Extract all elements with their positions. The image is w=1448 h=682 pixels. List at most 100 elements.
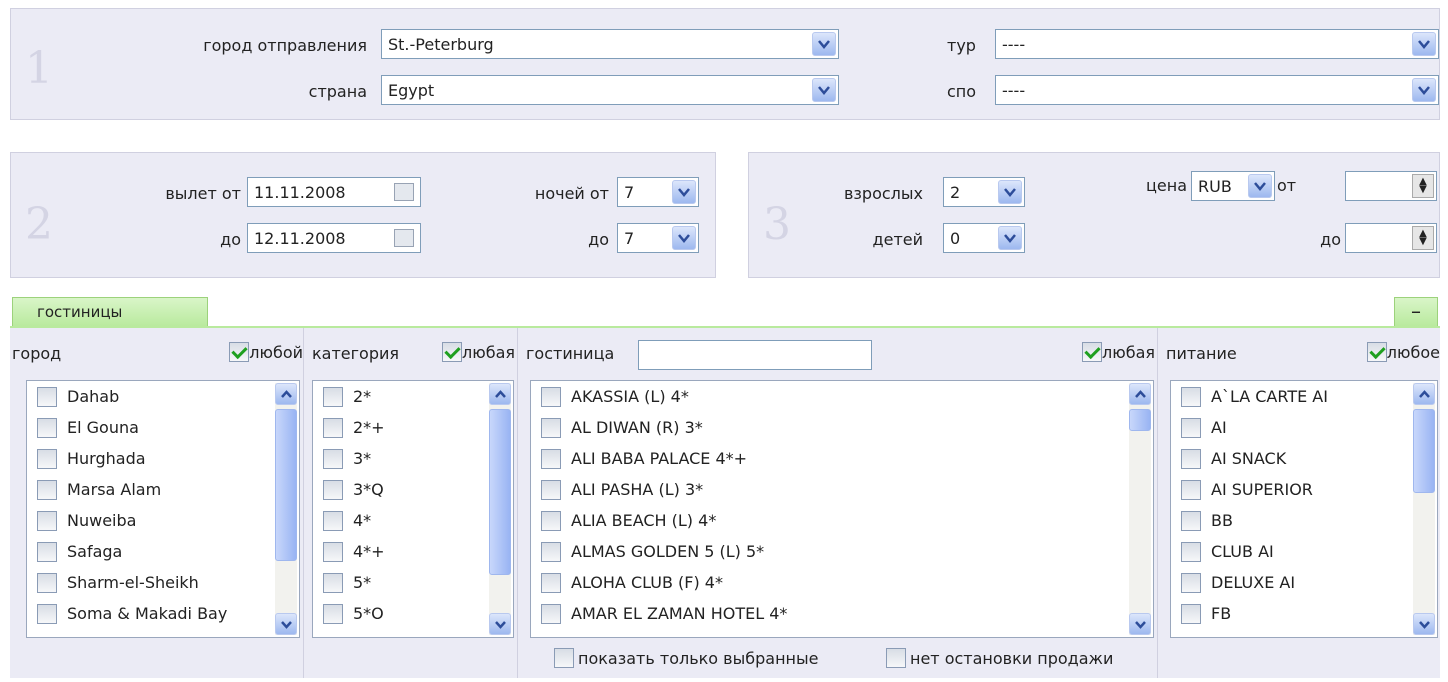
list-item[interactable]: AI SNACK bbox=[1171, 443, 1437, 474]
scroll-up-icon[interactable] bbox=[489, 383, 511, 405]
checkbox-icon[interactable] bbox=[323, 510, 343, 531]
calendar-icon[interactable] bbox=[394, 229, 414, 247]
hotel-search-input[interactable] bbox=[638, 340, 872, 370]
chevron-down-icon[interactable] bbox=[672, 180, 696, 204]
departure-city-select[interactable]: St.-Peterburg bbox=[381, 29, 839, 59]
list-item[interactable]: Marsa Alam bbox=[27, 474, 299, 505]
checkbox-icon[interactable] bbox=[37, 386, 57, 407]
chevron-down-icon[interactable] bbox=[812, 78, 836, 102]
checkbox-icon[interactable] bbox=[1181, 448, 1201, 469]
hotel-scrollbar[interactable] bbox=[1129, 383, 1151, 635]
checkbox-icon[interactable] bbox=[37, 603, 57, 624]
list-item[interactable]: AMAR EL ZAMAN HOTEL 4* bbox=[531, 598, 1153, 629]
scroll-down-icon[interactable] bbox=[1413, 613, 1435, 635]
list-item[interactable]: FB bbox=[1171, 598, 1437, 629]
chevron-down-icon[interactable] bbox=[672, 226, 696, 250]
checkbox-icon[interactable] bbox=[1181, 603, 1201, 624]
scroll-up-icon[interactable] bbox=[275, 383, 297, 405]
scroll-down-icon[interactable] bbox=[489, 613, 511, 635]
nights-to-select[interactable]: 7 bbox=[617, 223, 699, 253]
scroll-thumb[interactable] bbox=[1129, 409, 1151, 431]
list-item[interactable]: 5*O bbox=[313, 598, 513, 629]
list-item[interactable]: Dahab bbox=[27, 381, 299, 412]
list-item[interactable]: 2*+ bbox=[313, 412, 513, 443]
chevron-down-icon[interactable] bbox=[998, 180, 1022, 204]
checkbox-icon[interactable] bbox=[37, 479, 57, 500]
list-item[interactable]: Soma & Makadi Bay bbox=[27, 598, 299, 629]
hotels-tab[interactable]: гостиницы bbox=[12, 297, 208, 327]
calendar-icon[interactable] bbox=[394, 183, 414, 201]
list-item[interactable]: BB bbox=[1171, 505, 1437, 536]
chevron-down-icon[interactable] bbox=[1412, 32, 1436, 56]
chevron-down-icon[interactable] bbox=[1412, 78, 1436, 102]
checkbox-icon[interactable] bbox=[541, 386, 561, 407]
hotel-listbox[interactable]: AKASSIA (L) 4* AL DIWAN (R) 3* ALI BABA … bbox=[530, 380, 1154, 638]
checkbox-checked-icon[interactable] bbox=[1082, 342, 1102, 362]
checkbox-icon[interactable] bbox=[1181, 386, 1201, 407]
children-select[interactable]: 0 bbox=[943, 223, 1025, 253]
checkbox-icon[interactable] bbox=[323, 572, 343, 593]
collapse-button[interactable]: – bbox=[1394, 297, 1438, 327]
checkbox-icon[interactable] bbox=[323, 386, 343, 407]
checkbox-checked-icon[interactable] bbox=[229, 342, 250, 362]
checkbox-icon[interactable] bbox=[541, 541, 561, 562]
scroll-thumb[interactable] bbox=[489, 409, 511, 575]
list-item[interactable]: CLUB AI bbox=[1171, 536, 1437, 567]
checkbox-icon[interactable] bbox=[323, 479, 343, 500]
checkbox-checked-icon[interactable] bbox=[1366, 342, 1387, 362]
list-item[interactable]: ALOHA CLUB (F) 4* bbox=[531, 567, 1153, 598]
hotel-any-checkbox[interactable]: любая bbox=[1082, 342, 1155, 362]
price-from-input[interactable]: ▲ ▼ bbox=[1345, 171, 1437, 201]
checkbox-icon[interactable] bbox=[323, 448, 343, 469]
list-item[interactable]: 3*Q bbox=[313, 474, 513, 505]
list-item[interactable]: DELUXE AI bbox=[1171, 567, 1437, 598]
list-item[interactable]: El Gouna bbox=[27, 412, 299, 443]
scroll-thumb[interactable] bbox=[1413, 409, 1435, 493]
checkbox-icon[interactable] bbox=[37, 448, 57, 469]
tour-select[interactable]: ---- bbox=[995, 29, 1439, 59]
checkbox-icon[interactable] bbox=[37, 510, 57, 531]
chevron-down-icon[interactable] bbox=[812, 32, 836, 56]
list-item[interactable]: ALI BABA PALACE 4*+ bbox=[531, 443, 1153, 474]
depart-from-date-input[interactable]: 11.11.2008 bbox=[247, 177, 421, 207]
checkbox-icon[interactable] bbox=[1181, 510, 1201, 531]
depart-to-date-input[interactable]: 12.11.2008 bbox=[247, 223, 421, 253]
adults-select[interactable]: 2 bbox=[943, 177, 1025, 207]
checkbox-icon[interactable] bbox=[886, 648, 906, 668]
checkbox-icon[interactable] bbox=[323, 417, 343, 438]
checkbox-icon[interactable] bbox=[541, 448, 561, 469]
nights-from-select[interactable]: 7 bbox=[617, 177, 699, 207]
city-listbox[interactable]: Dahab El Gouna Hurghada Marsa Alam Nuwei… bbox=[26, 380, 300, 638]
category-scrollbar[interactable] bbox=[489, 383, 511, 635]
checkbox-checked-icon[interactable] bbox=[442, 342, 462, 362]
checkbox-icon[interactable] bbox=[1181, 479, 1201, 500]
country-select[interactable]: Egypt bbox=[381, 75, 839, 105]
scroll-down-icon[interactable] bbox=[275, 613, 297, 635]
scroll-down-icon[interactable] bbox=[1129, 613, 1151, 635]
list-item[interactable]: ALMAS GOLDEN 5 (L) 5* bbox=[531, 536, 1153, 567]
category-listbox[interactable]: 2* 2*+ 3* 3*Q 4* 4*+ 5* 5*O bbox=[312, 380, 514, 638]
checkbox-icon[interactable] bbox=[541, 572, 561, 593]
scroll-up-icon[interactable] bbox=[1129, 383, 1151, 405]
checkbox-icon[interactable] bbox=[323, 541, 343, 562]
list-item[interactable]: ALIA BEACH (L) 4* bbox=[531, 505, 1153, 536]
list-item[interactable]: A`LA CARTE AI bbox=[1171, 381, 1437, 412]
list-item[interactable]: 4*+ bbox=[313, 536, 513, 567]
city-scrollbar[interactable] bbox=[275, 383, 297, 635]
meal-any-checkbox[interactable]: любое bbox=[1366, 342, 1440, 362]
list-item[interactable]: Sharm-el-Sheikh bbox=[27, 567, 299, 598]
checkbox-icon[interactable] bbox=[37, 417, 57, 438]
checkbox-icon[interactable] bbox=[541, 510, 561, 531]
list-item[interactable]: AL DIWAN (R) 3* bbox=[531, 412, 1153, 443]
meal-listbox[interactable]: A`LA CARTE AI AI AI SNACK AI SUPERIOR BB… bbox=[1170, 380, 1438, 638]
checkbox-icon[interactable] bbox=[323, 603, 343, 624]
checkbox-icon[interactable] bbox=[37, 572, 57, 593]
checkbox-icon[interactable] bbox=[37, 541, 57, 562]
list-item[interactable]: Safaga bbox=[27, 536, 299, 567]
list-item[interactable]: AI bbox=[1171, 412, 1437, 443]
list-item[interactable]: Nuweiba bbox=[27, 505, 299, 536]
price-to-input[interactable]: ▲ ▼ bbox=[1345, 223, 1437, 253]
list-item[interactable]: 4* bbox=[313, 505, 513, 536]
checkbox-icon[interactable] bbox=[554, 648, 574, 668]
show-selected-only-checkbox[interactable]: показать только выбранные bbox=[554, 648, 818, 668]
